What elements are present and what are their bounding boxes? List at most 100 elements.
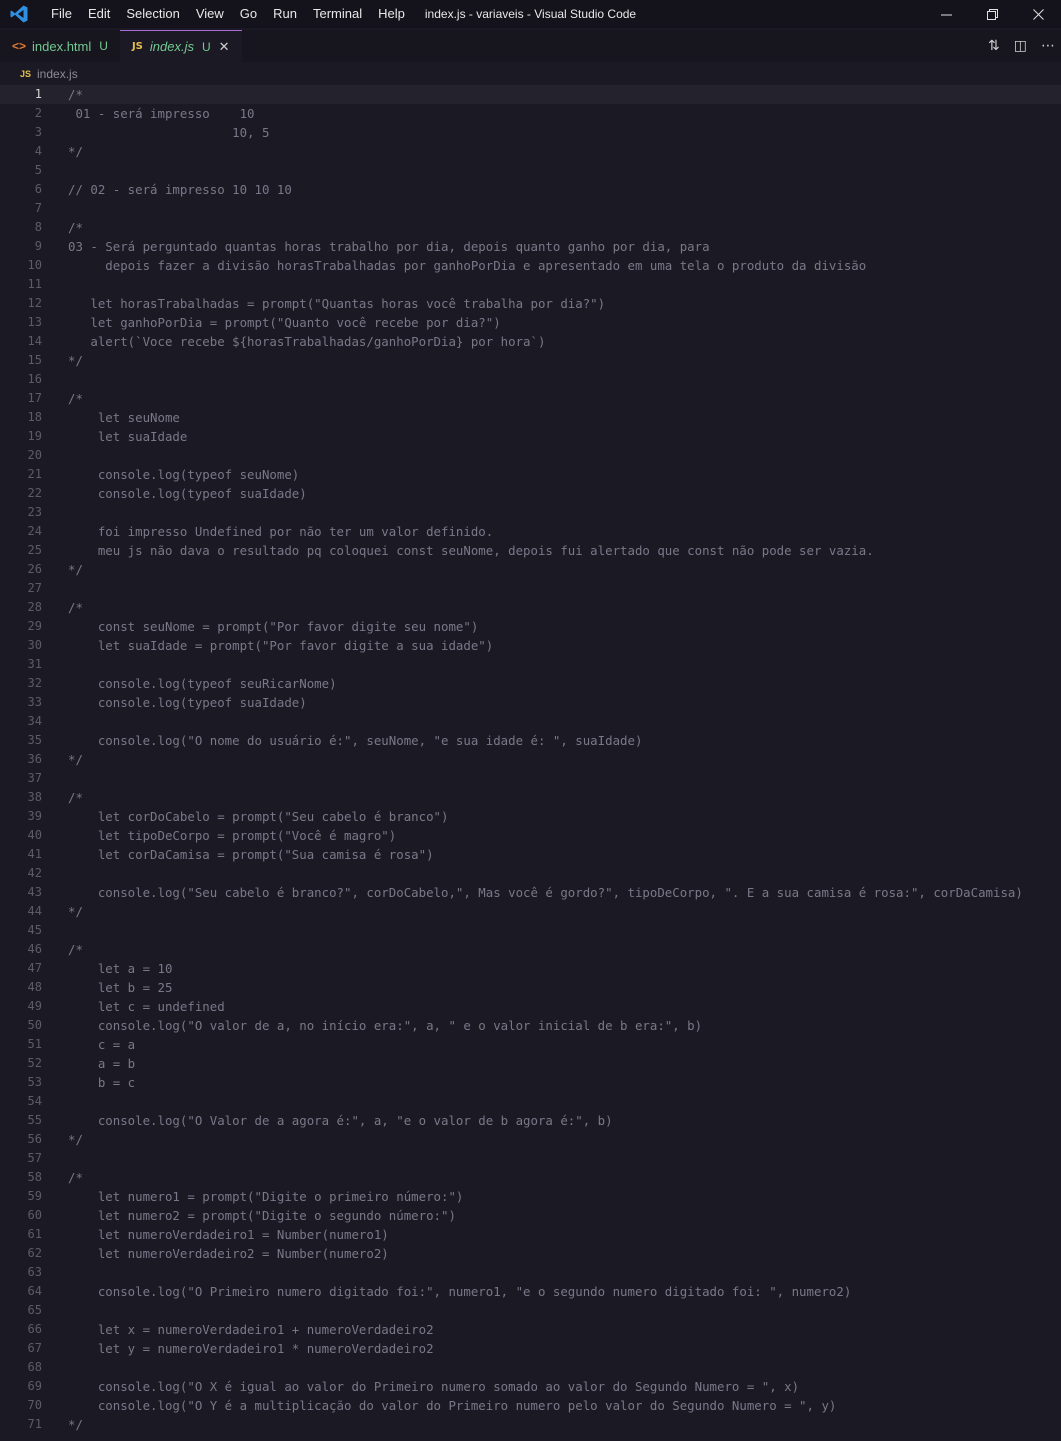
code-line[interactable]: 2 01 - será impresso 10 — [0, 104, 1061, 123]
code-line[interactable]: 11 — [0, 275, 1061, 294]
restore-button[interactable] — [969, 0, 1015, 28]
code-line[interactable]: 38 /* — [0, 788, 1061, 807]
code-line[interactable]: 6 // 02 - será impresso 10 10 10 — [0, 180, 1061, 199]
code-line[interactable]: 1 /* — [0, 85, 1061, 104]
code-line[interactable]: 50 console.log("O valor de a, no início … — [0, 1016, 1061, 1035]
code-text: console.log("O Valor de a agora é:", a, … — [68, 1113, 613, 1128]
menu-selection[interactable]: Selection — [118, 0, 187, 28]
code-line[interactable]: 45 — [0, 921, 1061, 940]
code-line[interactable]: 8 /* — [0, 218, 1061, 237]
code-line[interactable]: 71 */ — [0, 1415, 1061, 1434]
code-line[interactable]: 10 depois fazer a divisão horasTrabalhad… — [0, 256, 1061, 275]
code-line[interactable]: 27 — [0, 579, 1061, 598]
code-line[interactable]: 29 const seuNome = prompt("Por favor dig… — [0, 617, 1061, 636]
code-line[interactable]: 51 c = a — [0, 1035, 1061, 1054]
line-number: 37 — [27, 771, 42, 785]
code-line[interactable]: 5 — [0, 161, 1061, 180]
menu-view[interactable]: View — [188, 0, 232, 28]
code-line[interactable]: 13 let ganhoPorDia = prompt("Quanto você… — [0, 313, 1061, 332]
close-window-button[interactable] — [1015, 0, 1061, 28]
code-line[interactable]: 69 console.log("O X é igual ao valor do … — [0, 1377, 1061, 1396]
code-line[interactable]: 16 — [0, 370, 1061, 389]
line-number: 18 — [27, 410, 42, 424]
open-changes-icon[interactable]: ⇅ — [988, 38, 1000, 54]
code-line[interactable]: 43 console.log("Seu cabelo é branco?", c… — [0, 883, 1061, 902]
code-text: let corDaCamisa = prompt("Sua camisa é r… — [68, 847, 434, 862]
code-line[interactable]: 57 — [0, 1149, 1061, 1168]
menu-terminal[interactable]: Terminal — [305, 0, 370, 28]
line-number: 7 — [34, 201, 42, 215]
code-line[interactable]: 15 */ — [0, 351, 1061, 370]
code-line[interactable]: 55 console.log("O Valor de a agora é:", … — [0, 1111, 1061, 1130]
minimize-button[interactable] — [923, 0, 969, 28]
code-line[interactable]: 70 console.log("O Y é a multiplicação do… — [0, 1396, 1061, 1415]
close-tab-icon[interactable]: ✕ — [219, 39, 230, 55]
code-line[interactable]: 59 let numero1 = prompt("Digite o primei… — [0, 1187, 1061, 1206]
code-line[interactable]: 35 console.log("O nome do usuário é:", s… — [0, 731, 1061, 750]
menu-edit[interactable]: Edit — [80, 0, 118, 28]
code-line[interactable]: 24 foi impresso Undefined por não ter um… — [0, 522, 1061, 541]
code-line[interactable]: 49 let c = undefined — [0, 997, 1061, 1016]
code-line[interactable]: 58 /* — [0, 1168, 1061, 1187]
code-line[interactable]: 56 */ — [0, 1130, 1061, 1149]
js-file-icon: JS — [131, 41, 143, 52]
code-line[interactable]: 33 console.log(typeof suaIdade) — [0, 693, 1061, 712]
code-line[interactable]: 12 let horasTrabalhadas = prompt("Quanta… — [0, 294, 1061, 313]
code-line[interactable]: 44 */ — [0, 902, 1061, 921]
code-text: console.log("O nome do usuário é:", seuN… — [68, 733, 643, 748]
code-line[interactable]: 66 let x = numeroVerdadeiro1 + numeroVer… — [0, 1320, 1061, 1339]
code-line[interactable]: 18 let seuNome — [0, 408, 1061, 427]
code-line[interactable]: 25 meu js não dava o resultado pq coloqu… — [0, 541, 1061, 560]
code-line[interactable]: 39 let corDoCabelo = prompt("Seu cabelo … — [0, 807, 1061, 826]
menu-run[interactable]: Run — [265, 0, 305, 28]
code-line[interactable]: 61 let numeroVerdadeiro1 = Number(numero… — [0, 1225, 1061, 1244]
code-line[interactable]: 30 let suaIdade = prompt("Por favor digi… — [0, 636, 1061, 655]
code-line[interactable]: 37 — [0, 769, 1061, 788]
code-line[interactable]: 40 let tipoDeCorpo = prompt("Você é magr… — [0, 826, 1061, 845]
code-line[interactable]: 68 — [0, 1358, 1061, 1377]
code-line[interactable]: 3 10, 5 — [0, 123, 1061, 142]
code-line[interactable]: 62 let numeroVerdadeiro2 = Number(numero… — [0, 1244, 1061, 1263]
code-line[interactable]: 21 console.log(typeof seuNome) — [0, 465, 1061, 484]
code-text: alert(`Voce recebe ${horasTrabalhadas/ga… — [68, 334, 546, 349]
code-line[interactable]: 31 — [0, 655, 1061, 674]
code-line[interactable]: 19 let suaIdade — [0, 427, 1061, 446]
code-line[interactable]: 47 let a = 10 — [0, 959, 1061, 978]
code-line[interactable]: 53 b = c — [0, 1073, 1061, 1092]
code-line[interactable]: 52 a = b — [0, 1054, 1061, 1073]
code-line[interactable]: 41 let corDaCamisa = prompt("Sua camisa … — [0, 845, 1061, 864]
code-line[interactable]: 9 03 - Será perguntado quantas horas trab… — [0, 237, 1061, 256]
code-line[interactable]: 20 — [0, 446, 1061, 465]
code-line[interactable]: 7 — [0, 199, 1061, 218]
code-line[interactable]: 4 */ — [0, 142, 1061, 161]
code-line[interactable]: 64 console.log("O Primeiro numero digita… — [0, 1282, 1061, 1301]
line-number: 43 — [27, 885, 42, 899]
code-line[interactable]: 23 — [0, 503, 1061, 522]
code-line[interactable]: 46 /* — [0, 940, 1061, 959]
tab-index-html[interactable]: <> index.html U — [0, 30, 120, 62]
code-line[interactable]: 17 /* — [0, 389, 1061, 408]
code-line[interactable]: 63 — [0, 1263, 1061, 1282]
breadcrumb-file[interactable]: index.js — [37, 67, 78, 81]
code-line[interactable]: 28 /* — [0, 598, 1061, 617]
more-actions-icon[interactable]: ⋯ — [1041, 38, 1055, 54]
code-text: /* — [68, 391, 83, 406]
code-line[interactable]: 65 — [0, 1301, 1061, 1320]
code-line[interactable]: 42 — [0, 864, 1061, 883]
code-line[interactable]: 22 console.log(typeof suaIdade) — [0, 484, 1061, 503]
menu-file[interactable]: File — [43, 0, 80, 28]
code-line[interactable]: 14 alert(`Voce recebe ${horasTrabalhadas… — [0, 332, 1061, 351]
code-line[interactable]: 67 let y = numeroVerdadeiro1 * numeroVer… — [0, 1339, 1061, 1358]
tab-index-js[interactable]: JS index.js U ✕ — [119, 30, 242, 62]
menu-go[interactable]: Go — [232, 0, 265, 28]
code-editor[interactable]: 1/* 2 01 - será impresso 10 3 10, 5 4 */5 6//… — [0, 85, 1061, 1434]
code-line[interactable]: 48 let b = 25 — [0, 978, 1061, 997]
code-line[interactable]: 54 — [0, 1092, 1061, 1111]
split-editor-icon[interactable]: ◫ — [1014, 38, 1027, 54]
code-line[interactable]: 36 */ — [0, 750, 1061, 769]
code-line[interactable]: 34 — [0, 712, 1061, 731]
menu-help[interactable]: Help — [370, 0, 413, 28]
code-line[interactable]: 26 */ — [0, 560, 1061, 579]
code-line[interactable]: 32 console.log(typeof seuRicarNome) — [0, 674, 1061, 693]
code-line[interactable]: 60 let numero2 = prompt("Digite o segund… — [0, 1206, 1061, 1225]
